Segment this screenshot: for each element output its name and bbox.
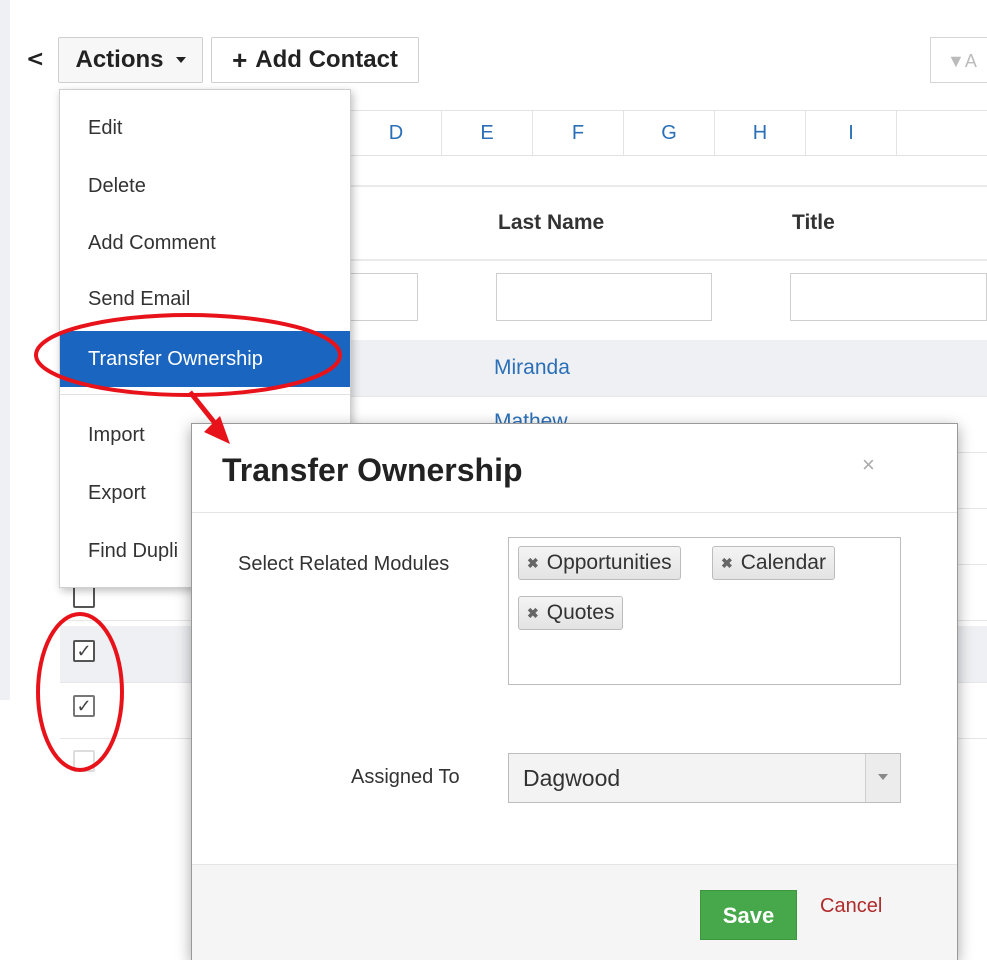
- save-button[interactable]: Save: [700, 890, 797, 940]
- remove-tag-icon[interactable]: ✖: [527, 597, 539, 629]
- row-checkbox-checked[interactable]: ✓: [73, 640, 95, 662]
- caret-down-icon: [175, 57, 186, 63]
- filter-input-title[interactable]: [790, 273, 987, 321]
- alphabet-letter[interactable]: H: [714, 111, 805, 155]
- menu-item-transfer-ownership[interactable]: Transfer Ownership: [60, 331, 350, 387]
- menu-item-send-email[interactable]: Send Email: [60, 274, 350, 324]
- related-modules-label: Select Related Modules: [238, 553, 450, 575]
- assigned-to-value: Dagwood: [523, 765, 621, 791]
- filter-icon: ▼: [947, 51, 965, 71]
- alphabet-letter[interactable]: F: [532, 111, 623, 155]
- alphabet-letter[interactable]: D: [350, 111, 441, 155]
- chevron-down-icon[interactable]: [865, 754, 900, 802]
- transfer-ownership-dialog: Transfer Ownership × Select Related Modu…: [191, 423, 958, 960]
- alphabet-letter[interactable]: G: [623, 111, 714, 155]
- left-panel-edge: [0, 0, 10, 700]
- filter-button-label: A: [964, 51, 977, 71]
- alphabet-letter[interactable]: [896, 111, 987, 155]
- table-header: Last Name Title: [350, 185, 987, 261]
- module-tag: ✖ Quotes: [518, 596, 624, 630]
- column-header-last-name[interactable]: Last Name: [498, 211, 604, 235]
- alphabet-letter[interactable]: E: [441, 111, 532, 155]
- row-checkbox[interactable]: [73, 586, 95, 608]
- close-icon[interactable]: ×: [862, 452, 875, 478]
- menu-divider: [60, 394, 350, 395]
- dialog-header-divider: [192, 512, 957, 513]
- plus-icon: +: [232, 45, 248, 75]
- assigned-to-select[interactable]: Dagwood: [508, 753, 901, 803]
- menu-item-delete[interactable]: Delete: [60, 161, 350, 211]
- actions-button[interactable]: Actions: [58, 37, 203, 83]
- cancel-link[interactable]: Cancel: [820, 895, 882, 918]
- collapse-sidebar-button[interactable]: <: [26, 48, 46, 72]
- alphabet-filter-bar: D E F G H I: [350, 110, 987, 156]
- module-tag: ✖ Calendar: [712, 546, 835, 580]
- actions-button-label: Actions: [75, 46, 164, 73]
- related-modules-multiselect[interactable]: ✖ Opportunities ✖ Calendar ✖ Quotes: [508, 537, 901, 685]
- filter-button[interactable]: ▼A: [930, 37, 987, 83]
- module-tag-label: Opportunities: [546, 551, 672, 574]
- remove-tag-icon[interactable]: ✖: [527, 547, 539, 579]
- module-tag: ✖ Opportunities: [518, 546, 681, 580]
- dialog-footer: Save Cancel: [192, 864, 957, 960]
- assigned-to-label: Assigned To: [351, 766, 460, 788]
- row-checkbox-checked[interactable]: ✓: [73, 695, 95, 717]
- module-tag-label: Calendar: [740, 551, 826, 574]
- checkmark-icon: ✓: [76, 641, 92, 661]
- filter-input-first-name[interactable]: [345, 273, 418, 321]
- menu-item-add-comment[interactable]: Add Comment: [60, 218, 350, 268]
- alphabet-letter[interactable]: I: [805, 111, 896, 155]
- column-header-title[interactable]: Title: [792, 211, 835, 235]
- add-contact-label: Add Contact: [255, 46, 398, 73]
- row-checkbox[interactable]: [73, 750, 95, 772]
- dialog-title: Transfer Ownership: [222, 452, 523, 488]
- module-tag-label: Quotes: [546, 601, 615, 624]
- add-contact-button[interactable]: + Add Contact: [211, 37, 419, 83]
- menu-item-edit[interactable]: Edit: [60, 103, 350, 153]
- remove-tag-icon[interactable]: ✖: [721, 547, 733, 579]
- checkmark-icon: ✓: [76, 696, 92, 716]
- last-name-link[interactable]: Miranda: [494, 356, 570, 380]
- filter-input-last-name[interactable]: [496, 273, 712, 321]
